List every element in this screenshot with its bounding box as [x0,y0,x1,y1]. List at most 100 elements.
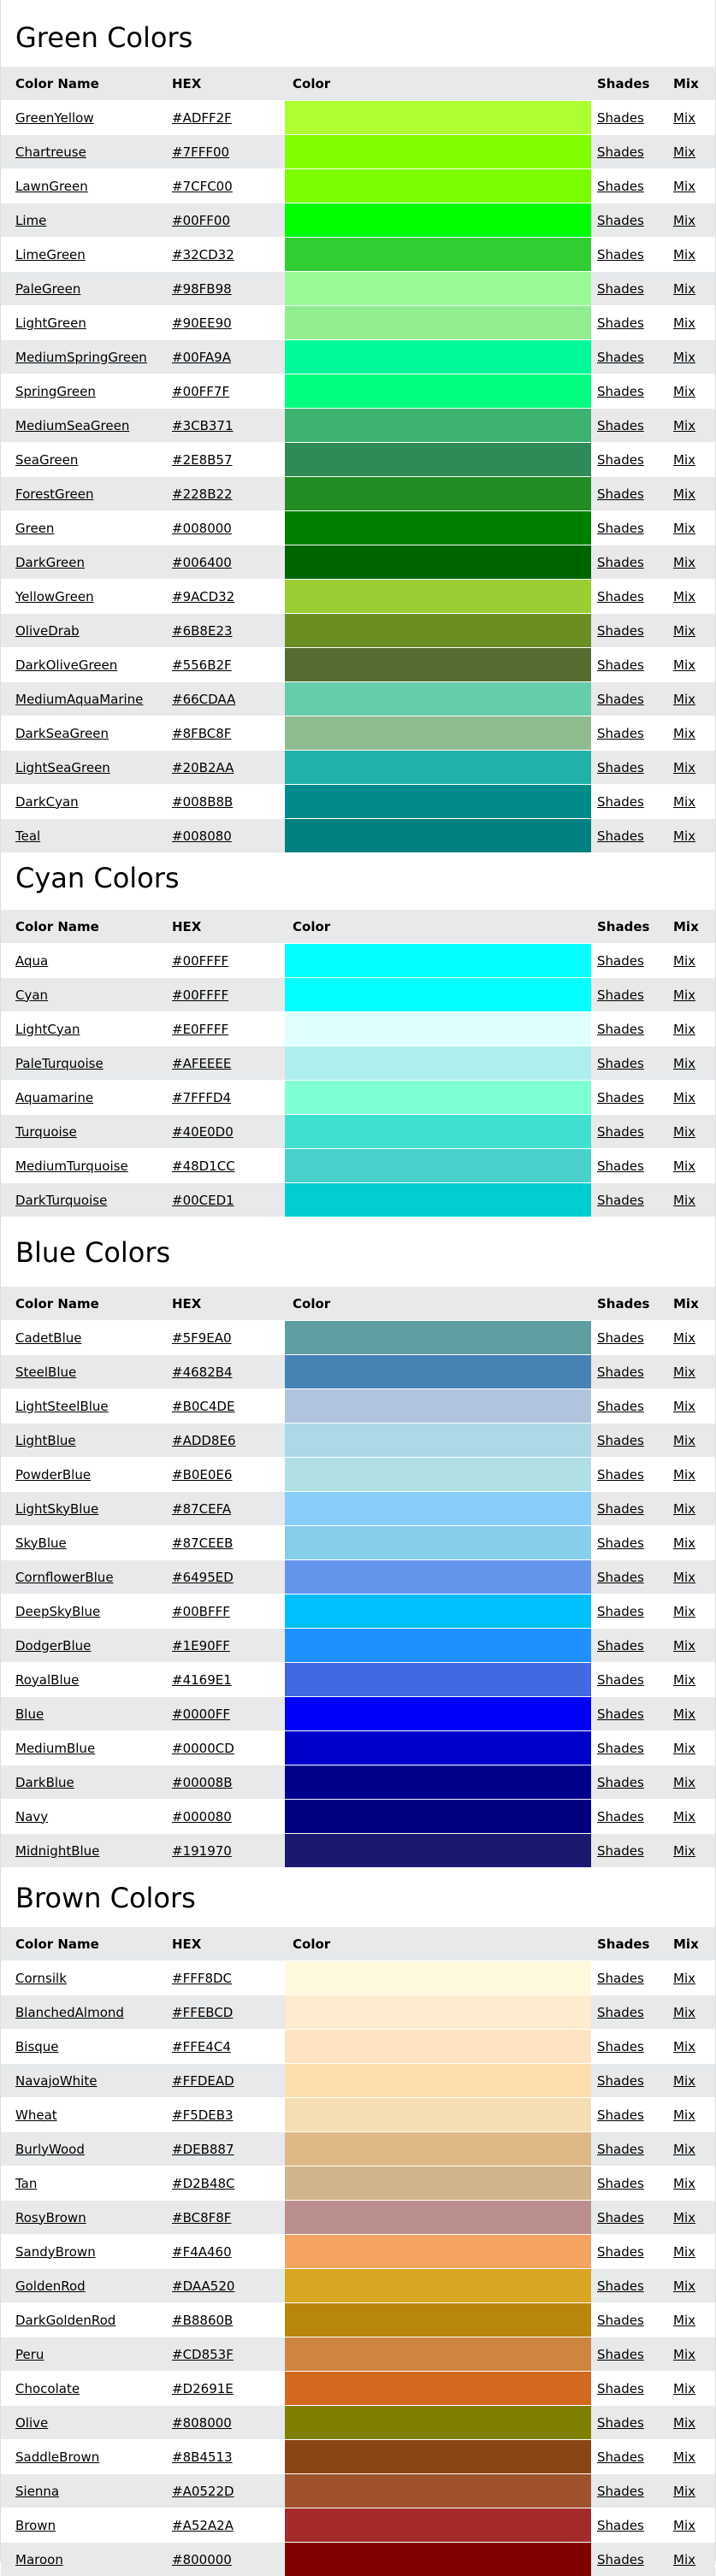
color-name-link[interactable]: BlanchedAlmond [15,2005,124,2020]
hex-link[interactable]: #191970 [172,1843,232,1859]
mix-link[interactable]: Mix [673,247,695,262]
hex-link[interactable]: #4169E1 [172,1672,232,1688]
color-name-link[interactable]: DarkGoldenRod [15,2313,115,2328]
color-name-link[interactable]: MediumBlue [15,1741,95,1756]
hex-link[interactable]: #00FA9A [172,350,231,365]
hex-link[interactable]: #E0FFFF [172,1022,228,1037]
shades-link[interactable]: Shades [597,2210,644,2225]
mix-link[interactable]: Mix [673,213,695,228]
shades-link[interactable]: Shades [597,486,644,502]
mix-link[interactable]: Mix [673,452,695,468]
mix-link[interactable]: Mix [673,2039,695,2054]
color-name-link[interactable]: PaleGreen [15,281,80,297]
mix-link[interactable]: Mix [673,2107,695,2123]
shades-link[interactable]: Shades [597,1433,644,1448]
hex-link[interactable]: #B0C4DE [172,1399,234,1414]
hex-link[interactable]: #66CDAA [172,692,235,707]
shades-link[interactable]: Shades [597,521,644,536]
mix-link[interactable]: Mix [673,2484,695,2499]
color-name-link[interactable]: LightCyan [15,1022,80,1037]
shades-link[interactable]: Shades [597,1501,644,1517]
hex-link[interactable]: #7CFC00 [172,179,233,194]
shades-link[interactable]: Shades [597,350,644,365]
shades-link[interactable]: Shades [597,281,644,297]
color-name-link[interactable]: LawnGreen [15,179,88,194]
color-name-link[interactable]: DarkGreen [15,555,85,570]
color-name-link[interactable]: MediumAquaMarine [15,692,143,707]
hex-link[interactable]: #AFEEEE [172,1056,231,1071]
color-name-link[interactable]: DarkSeaGreen [15,726,109,741]
mix-link[interactable]: Mix [673,623,695,639]
mix-link[interactable]: Mix [673,1638,695,1653]
hex-link[interactable]: #B8860B [172,2313,233,2328]
shades-link[interactable]: Shades [597,144,644,160]
shades-link[interactable]: Shades [597,657,644,673]
color-name-link[interactable]: Lime [15,213,46,228]
mix-link[interactable]: Mix [673,1467,695,1483]
color-name-link[interactable]: Aqua [15,953,48,969]
shades-link[interactable]: Shades [597,2107,644,2123]
color-name-link[interactable]: NavajoWhite [15,2073,97,2089]
mix-link[interactable]: Mix [673,1971,695,1986]
hex-link[interactable]: #87CEFA [172,1501,231,1517]
shades-link[interactable]: Shades [597,2552,644,2567]
hex-link[interactable]: #228B22 [172,486,233,502]
shades-link[interactable]: Shades [597,2039,644,2054]
mix-link[interactable]: Mix [673,144,695,160]
color-name-link[interactable]: Green [15,521,54,536]
mix-link[interactable]: Mix [673,486,695,502]
shades-link[interactable]: Shades [597,589,644,604]
hex-link[interactable]: #FFEBCD [172,2005,233,2020]
hex-link[interactable]: #A52A2A [172,2518,234,2533]
mix-link[interactable]: Mix [673,2142,695,2157]
hex-link[interactable]: #7FFFD4 [172,1090,231,1105]
color-name-link[interactable]: LightSkyBlue [15,1501,98,1517]
shades-link[interactable]: Shades [597,1707,644,1722]
shades-link[interactable]: Shades [597,828,644,844]
color-name-link[interactable]: SteelBlue [15,1365,76,1380]
hex-link[interactable]: #98FB98 [172,281,232,297]
color-name-link[interactable]: Peru [15,2347,44,2362]
mix-link[interactable]: Mix [673,657,695,673]
hex-link[interactable]: #D2B48C [172,2176,235,2191]
shades-link[interactable]: Shades [597,987,644,1003]
mix-link[interactable]: Mix [673,828,695,844]
mix-link[interactable]: Mix [673,2278,695,2294]
shades-link[interactable]: Shades [597,2415,644,2431]
shades-link[interactable]: Shades [597,1672,644,1688]
hex-link[interactable]: #DAA520 [172,2278,234,2294]
shades-link[interactable]: Shades [597,1570,644,1585]
color-name-link[interactable]: CornflowerBlue [15,1570,114,1585]
shades-link[interactable]: Shades [597,213,644,228]
mix-link[interactable]: Mix [673,179,695,194]
hex-link[interactable]: #A0522D [172,2484,234,2499]
shades-link[interactable]: Shades [597,2313,644,2328]
color-name-link[interactable]: ForestGreen [15,486,93,502]
mix-link[interactable]: Mix [673,1433,695,1448]
color-name-link[interactable]: Blue [15,1707,44,1722]
color-name-link[interactable]: CadetBlue [15,1330,82,1346]
color-name-link[interactable]: MediumSpringGreen [15,350,147,365]
hex-link[interactable]: #6B8E23 [172,623,233,639]
color-name-link[interactable]: SkyBlue [15,1536,67,1551]
mix-link[interactable]: Mix [673,2005,695,2020]
shades-link[interactable]: Shades [597,452,644,468]
color-name-link[interactable]: RoyalBlue [15,1672,79,1688]
hex-link[interactable]: #0000FF [172,1707,230,1722]
mix-link[interactable]: Mix [673,2381,695,2396]
hex-link[interactable]: #B0E0E6 [172,1467,232,1483]
color-name-link[interactable]: Teal [15,828,40,844]
hex-link[interactable]: #00008B [172,1775,233,1790]
mix-link[interactable]: Mix [673,2313,695,2328]
mix-link[interactable]: Mix [673,521,695,536]
shades-link[interactable]: Shades [597,1022,644,1037]
mix-link[interactable]: Mix [673,1536,695,1551]
hex-link[interactable]: #ADD8E6 [172,1433,236,1448]
shades-link[interactable]: Shades [597,623,644,639]
mix-link[interactable]: Mix [673,1158,695,1174]
shades-link[interactable]: Shades [597,2142,644,2157]
shades-link[interactable]: Shades [597,555,644,570]
shades-link[interactable]: Shades [597,247,644,262]
color-name-link[interactable]: Chocolate [15,2381,80,2396]
color-name-link[interactable]: Bisque [15,2039,59,2054]
